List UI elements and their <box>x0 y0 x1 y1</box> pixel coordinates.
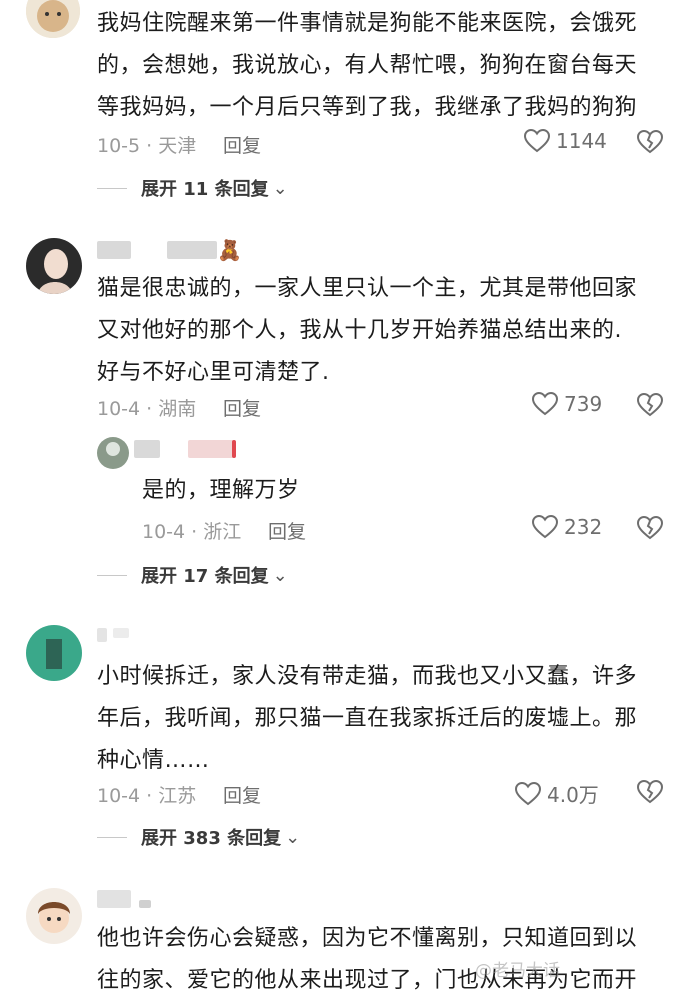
broken-heart-icon <box>636 779 664 804</box>
username-obscured: 🧸 <box>97 238 267 262</box>
expand-replies-button[interactable]: 展开 11 条回复 ⌄ <box>97 175 288 201</box>
reply-button[interactable]: 回复 <box>223 394 261 421</box>
heart-outline-icon <box>532 392 558 416</box>
bear-emoji-icon: 🧸 <box>217 238 242 262</box>
comment-text: 小时候拆迁，家人没有带走猫，而我也又小又蠢，许多 年后，我听闻，那只猫一直在我家… <box>97 664 638 773</box>
broken-heart-icon <box>636 515 664 540</box>
reply-date-location: 10-4 · 浙江 <box>142 521 242 543</box>
dislike-button[interactable] <box>636 779 664 808</box>
cartoon-avatar-icon <box>26 888 82 944</box>
comment-text: 猫是很忠诚的，一家人里只认一个主，尤其是带他回家 又对他好的那个人，我从十几岁开… <box>97 276 638 385</box>
reply-button[interactable]: 回复 <box>223 781 261 808</box>
like-count: 232 <box>564 515 603 539</box>
dislike-button[interactable] <box>636 515 664 544</box>
reply-button[interactable]: 回复 <box>268 517 306 544</box>
like-count: 739 <box>564 392 603 416</box>
reply-button[interactable]: 回复 <box>223 131 261 158</box>
avatar[interactable] <box>26 888 82 944</box>
reply-text: 是的，理解万岁 <box>142 478 300 503</box>
dislike-button[interactable] <box>636 129 664 158</box>
avatar[interactable] <box>26 625 82 681</box>
divider <box>97 836 127 838</box>
like-button[interactable]: 1144 <box>524 129 607 153</box>
expand-replies-label: 展开 11 条回复 <box>141 179 269 200</box>
avatar[interactable] <box>26 0 80 38</box>
expand-replies-button[interactable]: 展开 17 条回复 ⌄ <box>97 562 288 588</box>
cat-avatar-icon <box>26 0 80 38</box>
user-avatar-icon <box>26 625 82 681</box>
chevron-down-icon: ⌄ <box>285 826 301 848</box>
comment-date-location: 10-5 · 天津 <box>97 135 197 157</box>
like-button[interactable]: 232 <box>532 515 602 539</box>
user-avatar-icon <box>97 437 129 469</box>
user-avatar-icon <box>26 238 82 294</box>
heart-outline-icon <box>524 129 550 153</box>
broken-heart-icon <box>636 392 664 417</box>
like-count: 1144 <box>556 129 607 153</box>
avatar[interactable] <box>26 238 82 294</box>
like-count: 4.0万 <box>547 783 599 807</box>
comment-date-location: 10-4 · 湖南 <box>97 398 197 420</box>
chevron-down-icon: ⌄ <box>272 177 288 199</box>
comment-text: 他也许会伤心会疑惑，因为它不懂离别，只知道回到以 往的家、爱它的他从来出现过了，… <box>97 926 638 993</box>
username-obscured <box>97 890 157 908</box>
reply-avatar[interactable] <box>97 437 129 469</box>
comment-date-location: 10-4 · 江苏 <box>97 785 197 807</box>
chevron-down-icon: ⌄ <box>272 564 288 586</box>
divider <box>97 574 127 576</box>
like-button[interactable]: 4.0万 <box>515 779 599 808</box>
dislike-button[interactable] <box>636 392 664 421</box>
username-obscured <box>97 628 137 646</box>
divider <box>97 187 127 189</box>
broken-heart-icon <box>636 129 664 154</box>
heart-outline-icon <box>532 515 558 539</box>
expand-replies-label: 展开 17 条回复 <box>141 566 269 587</box>
expand-replies-button[interactable]: 展开 383 条回复 ⌄ <box>97 824 300 850</box>
like-button[interactable]: 739 <box>532 392 602 416</box>
expand-replies-label: 展开 383 条回复 <box>141 828 282 849</box>
username-obscured <box>134 440 244 458</box>
watermark: @老马大话 <box>475 961 560 981</box>
comment-text: 我妈住院醒来第一件事情就是狗能不能来医院，会饿死 的，会想她，我说放心，有人帮忙… <box>97 11 638 120</box>
heart-outline-icon <box>515 781 541 805</box>
